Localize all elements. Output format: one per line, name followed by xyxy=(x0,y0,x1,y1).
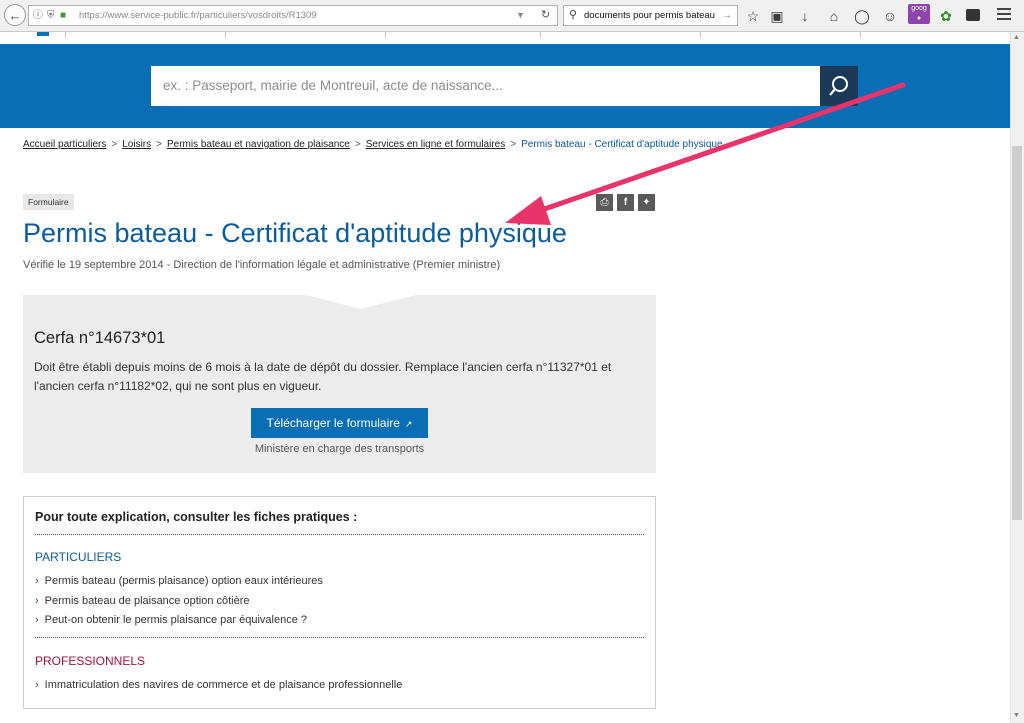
annotation-arrow xyxy=(505,82,906,225)
